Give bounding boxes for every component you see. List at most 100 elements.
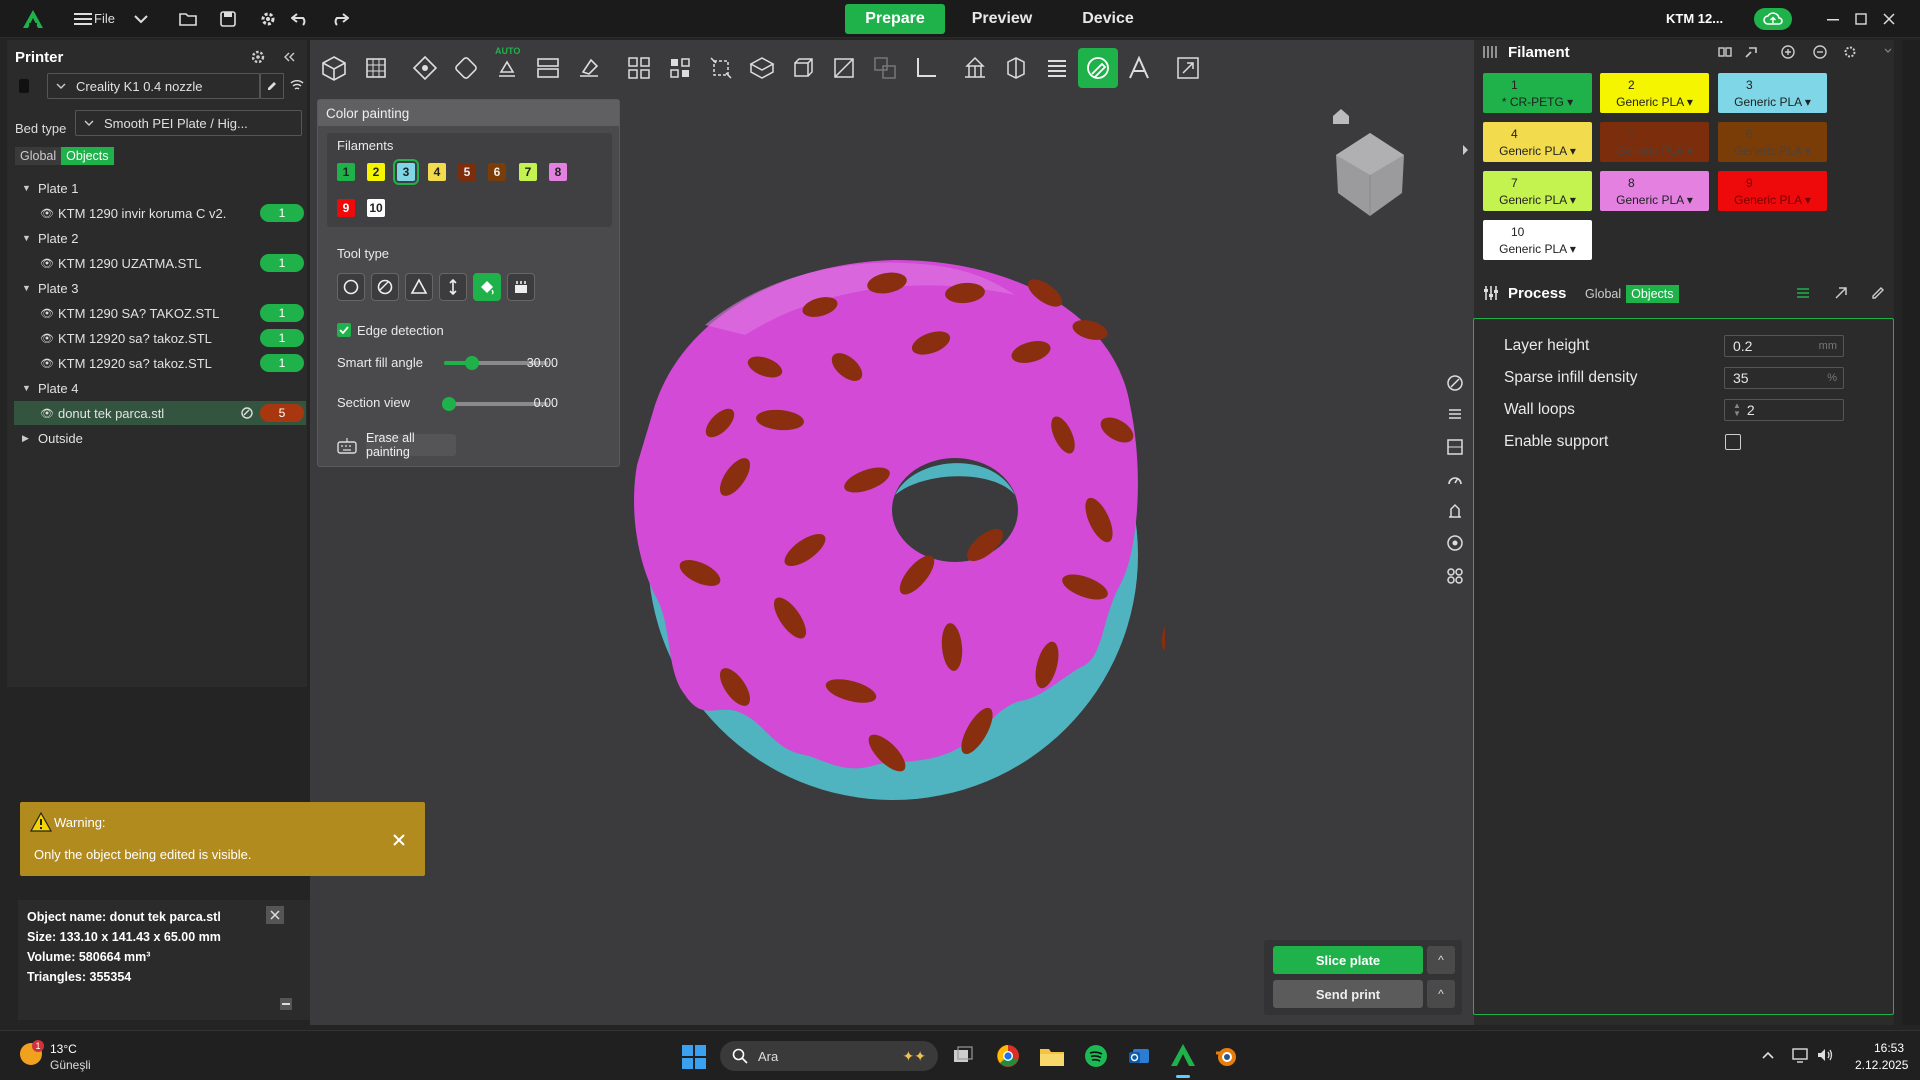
target-icon[interactable]: [1444, 532, 1466, 554]
height-range-icon[interactable]: [439, 273, 467, 301]
grid-icon[interactable]: [1444, 436, 1466, 458]
tree-object[interactable]: 👁 KTM 1290 invir koruma C v2. 1: [14, 201, 306, 225]
fill-bucket-icon[interactable]: [473, 273, 501, 301]
cut-icon[interactable]: [865, 48, 905, 88]
filament-chip-1[interactable]: 1: [337, 163, 355, 181]
clock-date[interactable]: 2.12.2025: [1855, 1058, 1908, 1072]
support-paint-icon[interactable]: [955, 48, 995, 88]
edit-printer-icon[interactable]: [260, 73, 284, 99]
filament-slot-5[interactable]: 5 Generic PLA ▾: [1600, 122, 1709, 162]
process-toggle-objects[interactable]: Objects: [1626, 285, 1679, 303]
paint-brush-icon[interactable]: [239, 406, 255, 420]
layer-height-input[interactable]: 0.2 mm: [1724, 335, 1844, 357]
support-icon[interactable]: [1444, 500, 1466, 522]
start-button[interactable]: [682, 1045, 706, 1069]
chevron-up-icon[interactable]: [1762, 1051, 1774, 1059]
minimize-icon[interactable]: [1822, 8, 1844, 30]
enable-support-checkbox[interactable]: [1725, 434, 1741, 450]
toggle-objects[interactable]: Objects: [61, 147, 114, 165]
tab-device[interactable]: Device: [1058, 4, 1158, 34]
color-painting-icon[interactable]: [1078, 48, 1118, 88]
close-icon[interactable]: [393, 834, 405, 846]
tab-preview[interactable]: Preview: [952, 4, 1052, 34]
wall-loops-stepper[interactable]: ▲ ▼ 2: [1724, 399, 1844, 421]
tree-object[interactable]: 👁 KTM 12920 sa? takoz.STL 1: [14, 326, 306, 350]
rotate-icon[interactable]: [742, 48, 782, 88]
section-view-knob[interactable]: [442, 397, 456, 411]
circle-brush-icon[interactable]: [337, 273, 365, 301]
volume-icon[interactable]: [1816, 1047, 1834, 1063]
tab-prepare[interactable]: Prepare: [845, 4, 945, 34]
seam-paint-icon[interactable]: [996, 48, 1036, 88]
erase-all-painting-button[interactable]: Erase all painting: [366, 431, 456, 459]
save-icon[interactable]: [217, 8, 239, 30]
maximize-icon[interactable]: [1850, 8, 1872, 30]
process-edit-icon[interactable]: [1871, 286, 1885, 300]
send-options-button[interactable]: ^: [1427, 980, 1455, 1008]
filament-badge[interactable]: 1: [260, 254, 304, 272]
layout-icon[interactable]: [528, 48, 568, 88]
taskbar-search[interactable]: Ara ✦✦: [720, 1041, 938, 1071]
triangle-brush-icon[interactable]: [405, 273, 433, 301]
smart-fill-value[interactable]: 30.00: [514, 353, 558, 373]
speed-icon[interactable]: [1444, 469, 1466, 491]
arrange-icon[interactable]: [446, 48, 486, 88]
filament-chip-3[interactable]: 3: [393, 159, 419, 185]
close-info-button[interactable]: [266, 906, 284, 924]
filament-slot-9[interactable]: 9 Generic PLA ▾: [1718, 171, 1827, 211]
menu-icon[interactable]: [72, 8, 94, 30]
tree-plate[interactable]: ▶ Outside: [14, 426, 306, 450]
tree-object[interactable]: 👁 KTM 1290 SA? TAKOZ.STL 1: [14, 301, 306, 325]
chevron-down-icon[interactable]: [130, 8, 152, 30]
lay-on-face-icon[interactable]: [824, 48, 864, 88]
scale-icon[interactable]: [783, 48, 823, 88]
filament-chip-2[interactable]: 2: [367, 163, 385, 181]
split-parts-icon[interactable]: [660, 48, 700, 88]
network-icon[interactable]: [1792, 1047, 1810, 1063]
scrollbar-edge[interactable]: [1902, 40, 1920, 1025]
filament-slot-7[interactable]: 7 Generic PLA ▾: [1483, 171, 1592, 211]
filament-slot-6[interactable]: 6 Generic PLA ▾: [1718, 122, 1827, 162]
sparse-infill-input[interactable]: 35%: [1724, 367, 1844, 389]
filament-slot-3[interactable]: 3 Generic PLA ▾: [1718, 73, 1827, 113]
eye-icon[interactable]: 👁: [40, 407, 54, 420]
filament-slot-8[interactable]: 8 Generic PLA ▾: [1600, 171, 1709, 211]
cloud-upload-button[interactable]: [1754, 8, 1792, 30]
tree-plate[interactable]: ▼ Plate 3: [14, 276, 306, 300]
blender-icon[interactable]: [1214, 1044, 1238, 1068]
filament-chip-9[interactable]: 9: [337, 199, 355, 217]
open-folder-icon[interactable]: [177, 8, 199, 30]
task-view-icon[interactable]: [952, 1045, 974, 1067]
bed-type-select[interactable]: Smooth PEI Plate / Hig...: [75, 110, 302, 136]
text-icon[interactable]: [1119, 48, 1159, 88]
collapse-panel-icon[interactable]: [283, 52, 295, 62]
file-explorer-icon[interactable]: [1039, 1045, 1065, 1067]
donut-model[interactable]: [625, 255, 1165, 815]
filament-chip-5[interactable]: 5: [458, 163, 476, 181]
keyboard-icon[interactable]: [337, 436, 357, 454]
add-plate-icon[interactable]: [356, 48, 396, 88]
minimize-info-button[interactable]: [280, 998, 292, 1010]
expand-right-icon[interactable]: [1462, 144, 1470, 156]
slicer-app-icon[interactable]: [1170, 1043, 1196, 1067]
erase-icon[interactable]: [569, 48, 609, 88]
section-view-value[interactable]: 0.00: [514, 393, 558, 413]
auto-orient-icon[interactable]: AUTO: [487, 46, 527, 88]
filament-chip-6[interactable]: 6: [488, 163, 506, 181]
printer-settings-icon[interactable]: [250, 49, 266, 65]
filament-tool-icon[interactable]: [1744, 45, 1758, 59]
process-toggle-global[interactable]: Global: [1580, 285, 1626, 303]
eye-icon[interactable]: 👁: [40, 257, 54, 270]
command-icon[interactable]: [1444, 565, 1466, 587]
paint-icon[interactable]: [1444, 372, 1466, 394]
sphere-brush-icon[interactable]: [371, 273, 399, 301]
process-list-icon[interactable]: [1796, 286, 1810, 300]
close-icon[interactable]: [1878, 8, 1900, 30]
gap-fill-icon[interactable]: [507, 273, 535, 301]
add-filament-icon[interactable]: [1781, 45, 1795, 59]
collapse-filament-icon[interactable]: [1884, 47, 1892, 55]
slice-options-button[interactable]: ^: [1427, 946, 1455, 974]
filament-badge[interactable]: 1: [260, 354, 304, 372]
file-menu-label[interactable]: File: [94, 11, 115, 26]
smart-fill-knob[interactable]: [465, 356, 480, 370]
